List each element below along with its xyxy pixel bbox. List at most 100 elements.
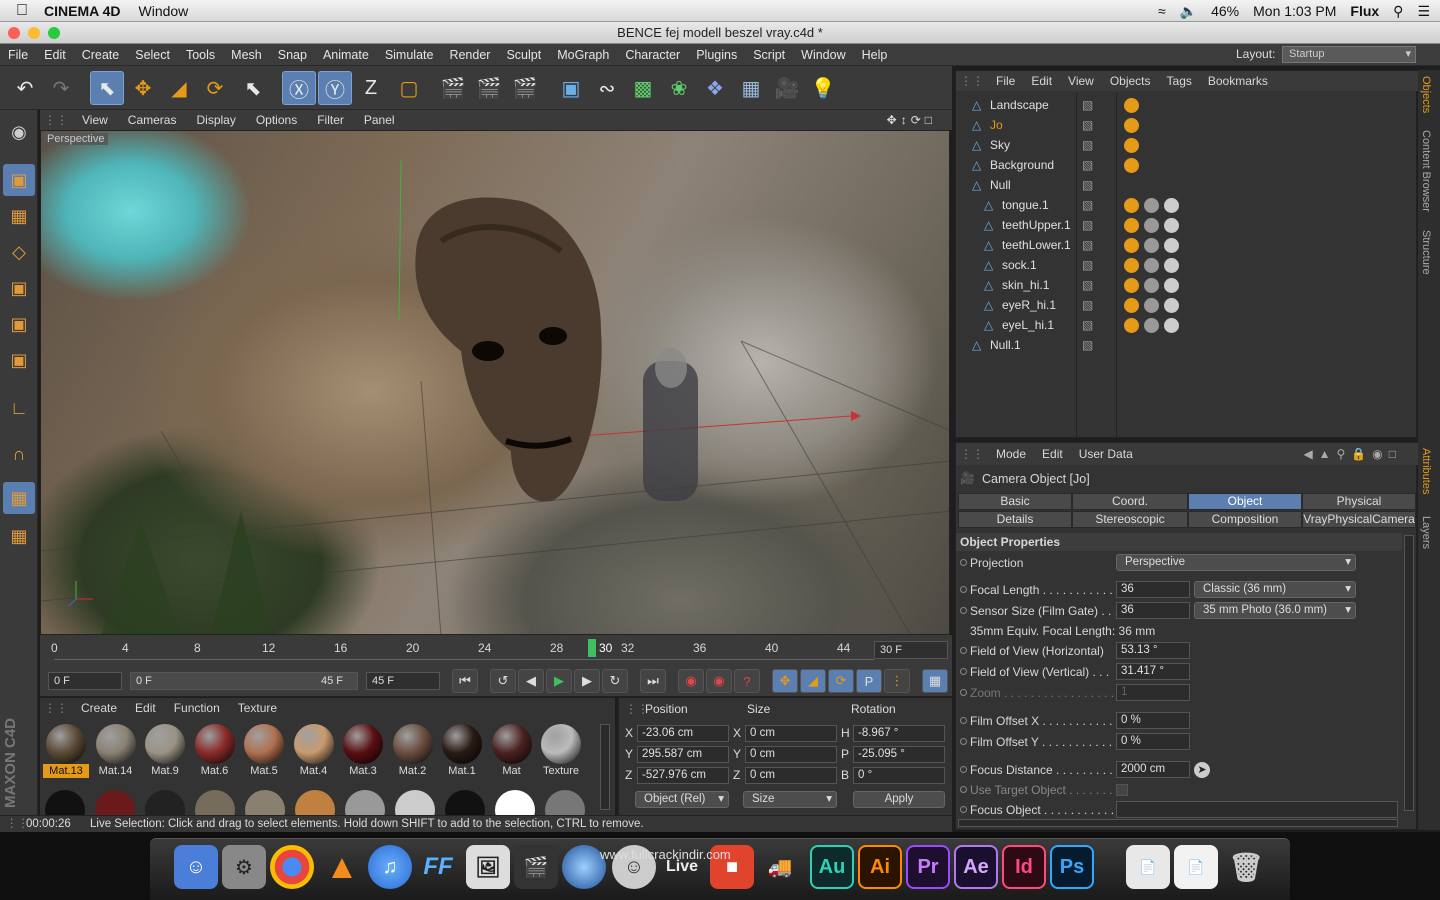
- material-swatch[interactable]: [45, 790, 85, 816]
- wifi-icon[interactable]: ≈: [1158, 3, 1166, 19]
- key-pla-button[interactable]: ⋮: [884, 669, 910, 693]
- fovv-field[interactable]: 31.417 °: [1116, 663, 1190, 680]
- goto-start-button[interactable]: ⏮: [452, 669, 478, 693]
- make-editable-icon[interactable]: ◉: [3, 116, 35, 148]
- side-tab-layers[interactable]: Layers: [1420, 516, 1432, 549]
- animate-dot[interactable]: [960, 559, 967, 566]
- material-item[interactable]: Mat.2: [390, 722, 436, 780]
- material-swatch[interactable]: [195, 790, 235, 816]
- object-row[interactable]: △ skin_hi.1 ▧: [956, 275, 1418, 295]
- menu-tools[interactable]: Tools: [178, 48, 223, 62]
- object-row[interactable]: △ eyeL_hi.1 ▧: [956, 315, 1418, 335]
- attr-hscrollbar[interactable]: [958, 819, 1398, 827]
- material-tag-icon[interactable]: [1164, 298, 1179, 313]
- tab-stereoscopic[interactable]: Stereoscopic: [1072, 511, 1188, 528]
- animate-dot[interactable]: [960, 717, 967, 724]
- menu-script[interactable]: Script: [745, 48, 793, 62]
- prev-key-button[interactable]: ↺: [490, 669, 516, 693]
- animate-dot[interactable]: [960, 738, 967, 745]
- axis-mode-icon[interactable]: ∟: [3, 392, 35, 424]
- indesign-icon[interactable]: Id: [1002, 845, 1046, 889]
- transmit-icon[interactable]: 🚚: [758, 845, 802, 889]
- material-tag-icon[interactable]: [1124, 218, 1139, 233]
- material-item[interactable]: Mat.14: [93, 722, 139, 780]
- start-frame-field[interactable]: 0 F: [48, 672, 122, 690]
- viewport-menu-cameras[interactable]: Cameras: [118, 113, 187, 127]
- scale-tool-button[interactable]: ◢: [162, 71, 196, 105]
- material-tag-icon[interactable]: [1164, 238, 1179, 253]
- grid-icon[interactable]: ▦: [3, 520, 35, 552]
- user-name[interactable]: Flux: [1350, 3, 1379, 19]
- next-key-button[interactable]: ↻: [602, 669, 628, 693]
- audition-icon[interactable]: Au: [810, 845, 854, 889]
- keyframe-selection-button[interactable]: ?: [734, 669, 760, 693]
- battery-percent[interactable]: 46%: [1211, 3, 1239, 19]
- sensor-preset-select[interactable]: 35 mm Photo (36.0 mm) ▾: [1194, 602, 1356, 619]
- menu-character[interactable]: Character: [617, 48, 688, 62]
- pick-distance-icon[interactable]: ➤: [1194, 762, 1210, 778]
- object-row[interactable]: △ Null.1 ▧: [956, 335, 1418, 355]
- material-swatch[interactable]: [95, 790, 135, 816]
- fontforge-icon[interactable]: FF: [416, 845, 460, 889]
- material-tag-icon[interactable]: [1124, 118, 1139, 133]
- visibility-icon[interactable]: ▧: [1082, 95, 1093, 115]
- tab-basic[interactable]: Basic: [958, 493, 1072, 510]
- coordinate-system-button[interactable]: ▢: [392, 71, 426, 105]
- obj-menu-bookmarks[interactable]: Bookmarks: [1200, 74, 1276, 88]
- obj-menu-objects[interactable]: Objects: [1102, 74, 1159, 88]
- rot-b-field[interactable]: 0 °: [853, 767, 945, 784]
- frame-range-slider[interactable]: 0 F 45 F: [130, 672, 358, 690]
- menu-create[interactable]: Create: [74, 48, 128, 62]
- clapper-icon[interactable]: 🎬: [514, 845, 558, 889]
- obj-menu-tags[interactable]: Tags: [1159, 74, 1200, 88]
- move-tool-button[interactable]: ✥: [126, 71, 160, 105]
- material-swatch[interactable]: [395, 790, 435, 816]
- material-swatch[interactable]: [295, 790, 335, 816]
- rot-p-field[interactable]: -25.095 °: [853, 746, 945, 763]
- viewport-menu-filter[interactable]: Filter: [307, 113, 354, 127]
- y-axis-button[interactable]: Ⓨ: [318, 71, 352, 105]
- list-icon[interactable]: ☰: [1417, 3, 1430, 20]
- itunes-icon[interactable]: ♫: [368, 845, 412, 889]
- material-item[interactable]: Mat.9: [142, 722, 188, 780]
- tab-composition[interactable]: Composition: [1188, 511, 1302, 528]
- menu-plugins[interactable]: Plugins: [688, 48, 745, 62]
- menu-select[interactable]: Select: [127, 48, 178, 62]
- play-button[interactable]: ▶: [546, 669, 572, 693]
- material-tag-icon[interactable]: [1164, 258, 1179, 273]
- object-row[interactable]: △ Null ▧: [956, 175, 1418, 195]
- material-tag-icon[interactable]: [1144, 238, 1159, 253]
- timeline-ruler[interactable]: 0 4 8 12 16 20 24 28 30 32 36 40 44 30 F: [40, 635, 952, 665]
- render-picture-viewer-button[interactable]: 🎬: [472, 71, 506, 105]
- visibility-icon[interactable]: ▧: [1082, 215, 1093, 235]
- tab-coord[interactable]: Coord.: [1072, 493, 1188, 510]
- illustrator-icon[interactable]: Ai: [858, 845, 902, 889]
- next-frame-button[interactable]: ▶: [574, 669, 600, 693]
- material-tag-icon[interactable]: [1124, 98, 1139, 113]
- key-rotation-button[interactable]: ⟳: [828, 669, 854, 693]
- visibility-icon[interactable]: ▧: [1082, 315, 1093, 335]
- side-tab-content-browser[interactable]: Content Browser: [1420, 130, 1432, 212]
- viewport-menu-panel[interactable]: Panel: [354, 113, 405, 127]
- cloner-icon[interactable]: ❀: [662, 71, 696, 105]
- key-param-button[interactable]: P: [856, 669, 882, 693]
- visibility-icon[interactable]: ▧: [1082, 135, 1093, 155]
- material-tag-icon[interactable]: [1164, 198, 1179, 213]
- viewport-menu-display[interactable]: Display: [186, 113, 245, 127]
- coord-mode-select[interactable]: Object (Rel) ▾: [635, 791, 729, 808]
- focal-preset-select[interactable]: Classic (36 mm) ▾: [1194, 581, 1356, 598]
- menu-animate[interactable]: Animate: [315, 48, 377, 62]
- document-icon[interactable]: 📄: [1174, 845, 1218, 889]
- size-mode-select[interactable]: Size ▾: [743, 791, 837, 808]
- visibility-icon[interactable]: ▧: [1082, 255, 1093, 275]
- visibility-icon[interactable]: ▧: [1082, 175, 1093, 195]
- key-scale-button[interactable]: ◢: [800, 669, 826, 693]
- record-button[interactable]: ◉: [678, 669, 704, 693]
- material-tag-icon[interactable]: [1124, 238, 1139, 253]
- undo-button[interactable]: ↶: [8, 71, 42, 105]
- material-swatch[interactable]: [145, 790, 185, 816]
- material-tag-icon[interactable]: [1144, 278, 1159, 293]
- side-tab-attributes[interactable]: Attributes: [1420, 448, 1432, 494]
- focusd-field[interactable]: 2000 cm: [1116, 761, 1190, 778]
- size-x-field[interactable]: 0 cm: [745, 725, 837, 742]
